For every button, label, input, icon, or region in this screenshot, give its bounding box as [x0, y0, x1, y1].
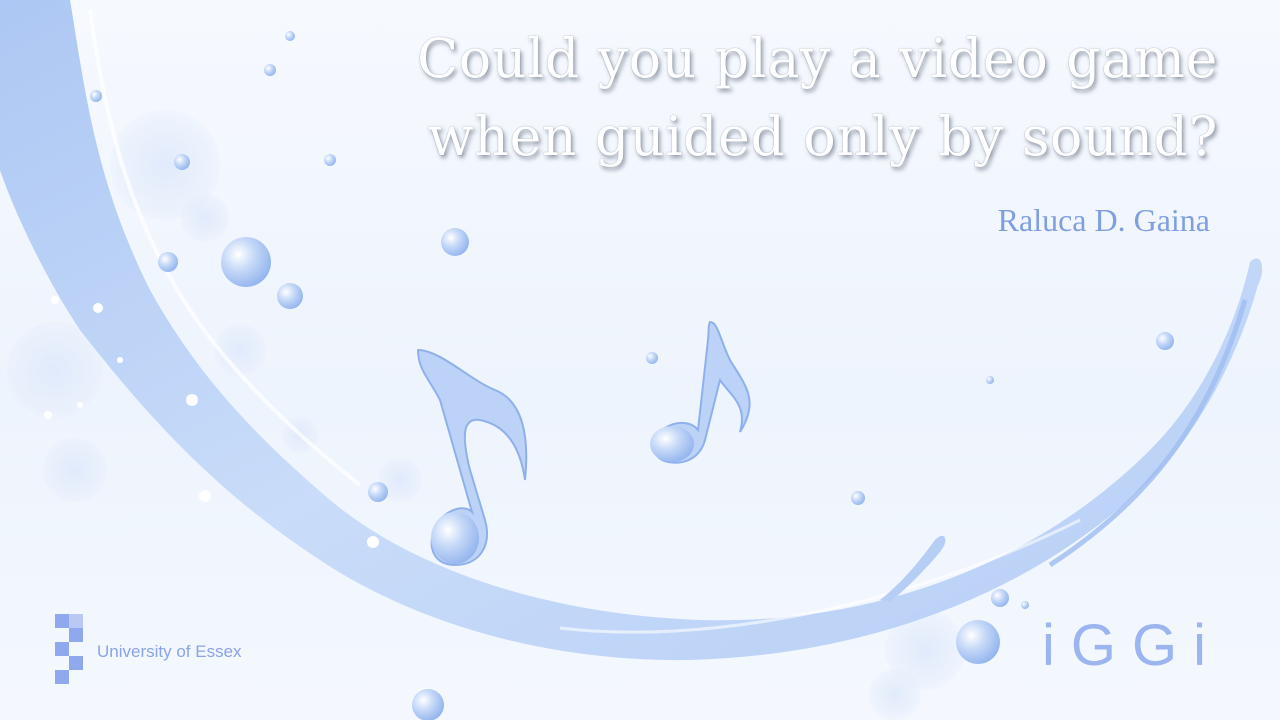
title-line-2: when guided only by sound?: [427, 105, 1218, 168]
university-name: University of Essex: [97, 642, 242, 661]
music-note-large: [416, 348, 528, 567]
iggi-logo: iGGi: [1042, 613, 1222, 678]
slide-title: Could you play a video game when guided …: [318, 20, 1218, 176]
title-line-1: Could you play a video game: [416, 27, 1218, 90]
music-note-small: [650, 320, 751, 464]
essex-emblem-icon: [55, 614, 85, 688]
author-name: Raluca D. Gaina: [997, 202, 1210, 238]
university-of-essex-logo: University of Essex: [55, 614, 242, 688]
